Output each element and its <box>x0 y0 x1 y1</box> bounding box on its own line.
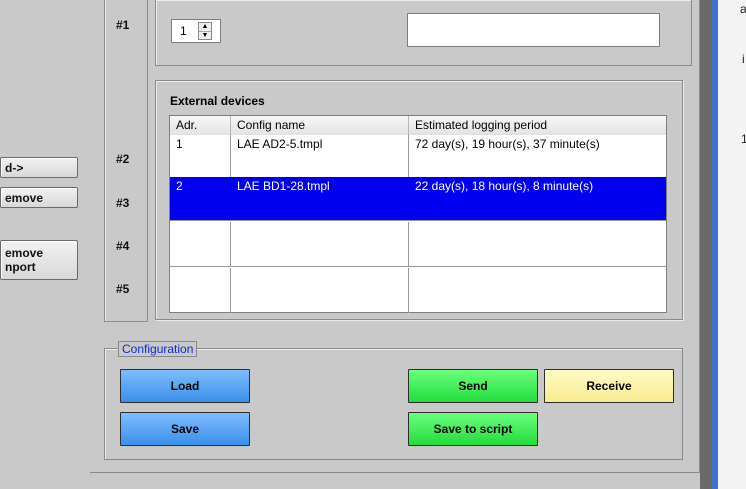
cell-config-name: LAE AD2-5.tmpl <box>231 135 409 179</box>
cell-estimated-period: 22 day(s), 18 hour(s), 8 minute(s) <box>415 179 594 193</box>
load-button[interactable]: Load <box>120 369 250 403</box>
cell-adr: 2 <box>170 177 231 220</box>
configuration-title: Configuration <box>118 341 198 357</box>
adjacent-window-text: a <box>740 2 746 16</box>
external-devices-title: External devices <box>170 94 265 108</box>
top-text-field[interactable] <box>407 13 660 47</box>
column-header-config-name[interactable]: Config name <box>231 116 409 135</box>
cell-adr <box>170 222 231 266</box>
adjacent-window-text: 1 <box>741 132 746 146</box>
address-spinner[interactable]: 1 ▲ ▼ <box>171 19 221 43</box>
row-number-4: #4 <box>116 239 130 253</box>
add-button-label: d-> <box>5 160 24 175</box>
send-button[interactable]: Send <box>408 369 538 403</box>
table-row-selected[interactable]: 2 LAE BD1-28.tmpl 22 day(s), 18 hour(s),… <box>170 177 666 221</box>
table-row[interactable]: 1 LAE AD2-5.tmpl 72 day(s), 19 hour(s), … <box>170 135 666 180</box>
adjacent-window: a i 1 <box>718 0 746 489</box>
window-divider <box>700 0 712 489</box>
remove-button-label: emove <box>5 190 44 205</box>
cell-config-name <box>231 222 409 266</box>
cell-adr <box>170 268 231 313</box>
row-number-3: #3 <box>116 196 130 210</box>
table-row[interactable] <box>170 268 666 313</box>
remove-button[interactable]: emove <box>0 187 78 208</box>
add-button[interactable]: d-> <box>0 157 78 178</box>
remove-import-label-line1: emove <box>5 246 44 260</box>
spinner-down-icon[interactable]: ▼ <box>199 30 211 40</box>
remove-import-label-line2: nport <box>5 260 36 274</box>
row-number-5: #5 <box>116 282 130 296</box>
row-number-2: #2 <box>116 152 130 166</box>
cell-estimated-period: 72 day(s), 19 hour(s), 37 minute(s) <box>415 137 600 151</box>
adjacent-window-text: i <box>742 52 745 66</box>
external-devices-table[interactable]: Adr. Config name Estimated logging perio… <box>169 115 667 313</box>
cell-adr: 1 <box>170 135 231 179</box>
table-header: Adr. Config name Estimated logging perio… <box>170 116 666 135</box>
cell-estimated-period <box>409 268 666 313</box>
cell-config-name: LAE BD1-28.tmpl <box>231 177 409 220</box>
address-spinner-value[interactable]: 1 <box>172 24 198 38</box>
remove-import-button[interactable]: emove nport <box>0 240 78 280</box>
cell-estimated-period <box>409 222 666 266</box>
column-header-adr[interactable]: Adr. <box>170 116 231 135</box>
save-to-script-button[interactable]: Save to script <box>408 412 538 446</box>
row-number-1: #1 <box>116 18 130 32</box>
save-button[interactable]: Save <box>120 412 250 446</box>
cell-config-name <box>231 268 409 313</box>
receive-button[interactable]: Receive <box>544 369 674 403</box>
spinner-up-icon[interactable]: ▲ <box>199 23 211 31</box>
table-row[interactable] <box>170 222 666 267</box>
spinner-arrows[interactable]: ▲ ▼ <box>198 22 212 40</box>
column-header-estimated-period[interactable]: Estimated logging period <box>409 116 666 135</box>
